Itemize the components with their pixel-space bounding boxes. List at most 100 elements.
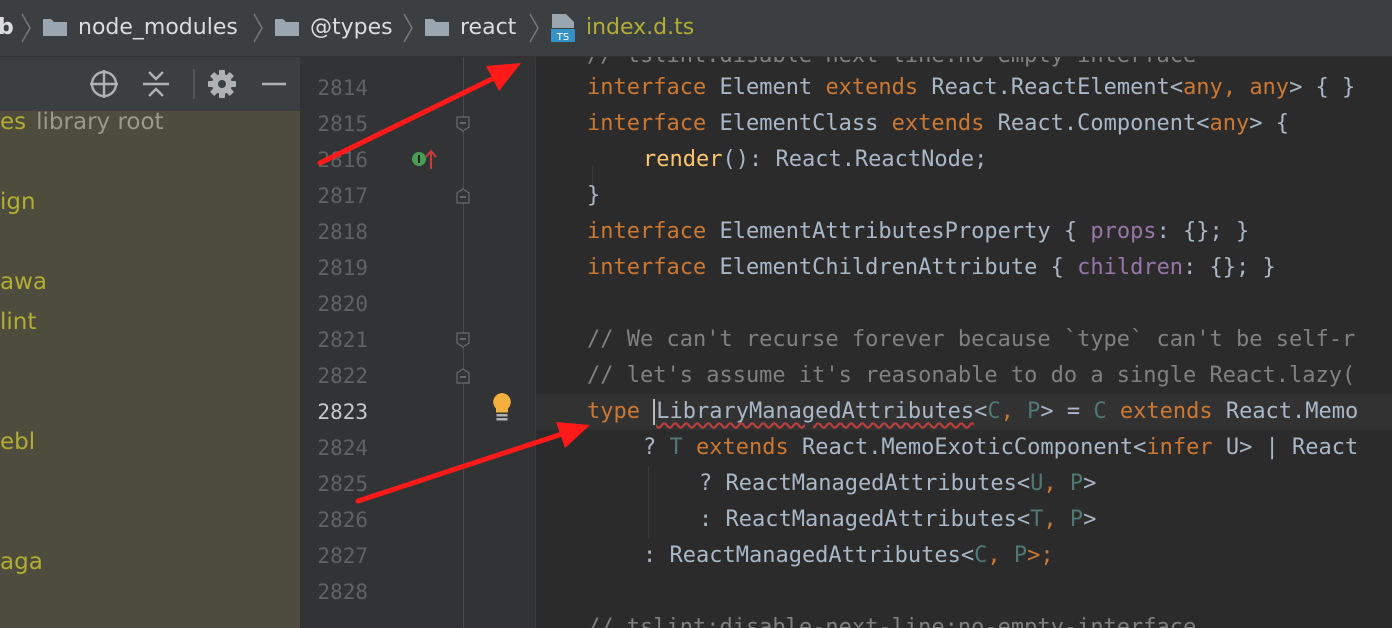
code-token-unused: LibraryManagedAttributes [656, 399, 975, 424]
code-line-2827: : ReactManagedAttributes<C, P>; [643, 538, 1054, 574]
code-token: > [1083, 471, 1097, 496]
line-number: 2822 [317, 364, 368, 388]
text-caret [653, 399, 656, 425]
code-token: , [987, 543, 1014, 568]
code-token: P [1027, 399, 1041, 424]
code-token: React.Component< [984, 111, 1210, 136]
folder-icon [275, 19, 299, 36]
breadcrumb-item-types[interactable]: @types [310, 13, 393, 43]
code-token: extends [825, 75, 919, 100]
code-line-2821: // We can't recurse forever because `typ… [587, 327, 1356, 352]
code-token: > { [1249, 111, 1290, 136]
code-token: > = [1040, 399, 1094, 424]
code-token: ElementAttributesProperty { [706, 219, 1091, 244]
typescript-file-icon: TS [551, 14, 575, 43]
tree-item-label: es [0, 109, 27, 135]
fold-marker-icon[interactable] [456, 332, 470, 348]
tree-item[interactable]: awa [0, 269, 47, 295]
code-line-2814: interface Element extends React.ReactEle… [587, 70, 1355, 106]
toolbar-divider [193, 69, 195, 99]
code-line-2822: // let's assume it's reasonable to do a … [587, 363, 1356, 388]
code-token: extends [1119, 399, 1213, 424]
line-number: 2820 [317, 292, 368, 316]
code-line-2816: render(): React.ReactNode; [643, 142, 987, 178]
code-token: interface [587, 111, 707, 136]
code-token: any [1183, 75, 1223, 100]
code-line-2819: interface ElementChildrenAttribute { chi… [587, 250, 1276, 286]
code-line-2815: interface ElementClass extends React.Com… [587, 106, 1289, 142]
code-token: P [1013, 543, 1028, 568]
line-number: 2825 [317, 472, 368, 496]
locate-icon[interactable] [88, 68, 120, 100]
gear-icon[interactable] [206, 68, 238, 100]
code-editor[interactable]: // tslint:disable-next-line:no-empty-int… [536, 57, 1392, 628]
code-token: interface [587, 75, 707, 100]
code-token: any [1249, 75, 1290, 100]
code-token: : {}; } [1183, 255, 1276, 280]
code-token: < [974, 399, 988, 424]
code-token: : {}; } [1156, 219, 1250, 244]
code-token: : ReactManagedAttributes< [643, 543, 975, 568]
breadcrumb-item-file[interactable]: index.d.ts [586, 13, 694, 43]
tree-item[interactable]: ebl [0, 429, 35, 455]
breadcrumb-separator-icon [253, 13, 263, 43]
code-token: interface [587, 219, 707, 244]
code-token: React.Memo [1212, 399, 1359, 424]
code-token: infer [1146, 435, 1213, 460]
line-number: 2828 [317, 580, 368, 604]
line-number: 2814 [317, 76, 368, 100]
code-line-partial: // tslint:disable-next-line:no-empty-int… [587, 615, 1197, 628]
line-number: 2824 [317, 436, 368, 460]
minimize-icon[interactable] [258, 68, 290, 100]
code-token: , [1222, 75, 1250, 100]
line-number: 2821 [317, 328, 368, 352]
code-line-2817: } [587, 183, 601, 208]
breadcrumb-item-react[interactable]: react [460, 13, 516, 43]
line-number: 2816 [317, 148, 368, 172]
project-tool-window: es library root ign awa lint ebl aga [0, 57, 300, 628]
code-token: ? [643, 435, 670, 460]
tree-item-suffix: library root [36, 109, 164, 135]
navigation-bar: b node_modules @types react TS index.d.t… [0, 0, 1392, 57]
code-token: React.ReactElement< [918, 75, 1184, 100]
tree-item[interactable]: lint [0, 309, 36, 335]
code-token: interface [587, 255, 707, 280]
code-token: > { } [1289, 75, 1356, 100]
code-token: , [1043, 507, 1070, 532]
folder-icon [425, 19, 449, 36]
tree-item[interactable]: ign [0, 189, 36, 215]
tree-item[interactable]: aga [0, 549, 43, 575]
code-token: T [1030, 507, 1044, 532]
code-token: , [1043, 471, 1070, 496]
line-number: 2819 [317, 256, 368, 280]
code-token: type [587, 399, 640, 424]
fold-marker-icon[interactable] [456, 116, 470, 132]
indent-guide [648, 466, 649, 538]
line-number: 2815 [317, 112, 368, 136]
fold-marker-icon[interactable] [456, 368, 470, 384]
lightbulb-icon[interactable] [489, 391, 515, 423]
code-token: , [1000, 399, 1028, 424]
code-token: C [974, 543, 988, 568]
line-number: 2818 [317, 220, 368, 244]
line-number-current: 2823 [317, 400, 368, 424]
breadcrumb-item-node-modules[interactable]: node_modules [78, 13, 238, 43]
code-line-2826: : ReactManagedAttributes<T, P> [699, 502, 1096, 538]
implemented-method-icon[interactable] [410, 148, 438, 172]
code-token: children [1077, 255, 1184, 280]
code-token: extends [891, 111, 985, 136]
project-tree: es library root ign awa lint ebl aga [0, 109, 300, 628]
line-number: 2827 [317, 544, 368, 568]
code-token: >; [1027, 543, 1054, 568]
breadcrumb-item-root[interactable]: b [0, 13, 14, 43]
code-token: C [1093, 399, 1107, 424]
collapse-all-icon[interactable] [140, 68, 172, 100]
fold-marker-icon[interactable] [456, 188, 470, 204]
ts-badge-text: TS [556, 32, 569, 43]
code-token: T [669, 435, 683, 460]
tree-item-library-root[interactable]: es library root [0, 109, 164, 135]
code-token: (): React.ReactNode; [722, 147, 988, 172]
breadcrumb-separator-icon [529, 13, 539, 43]
